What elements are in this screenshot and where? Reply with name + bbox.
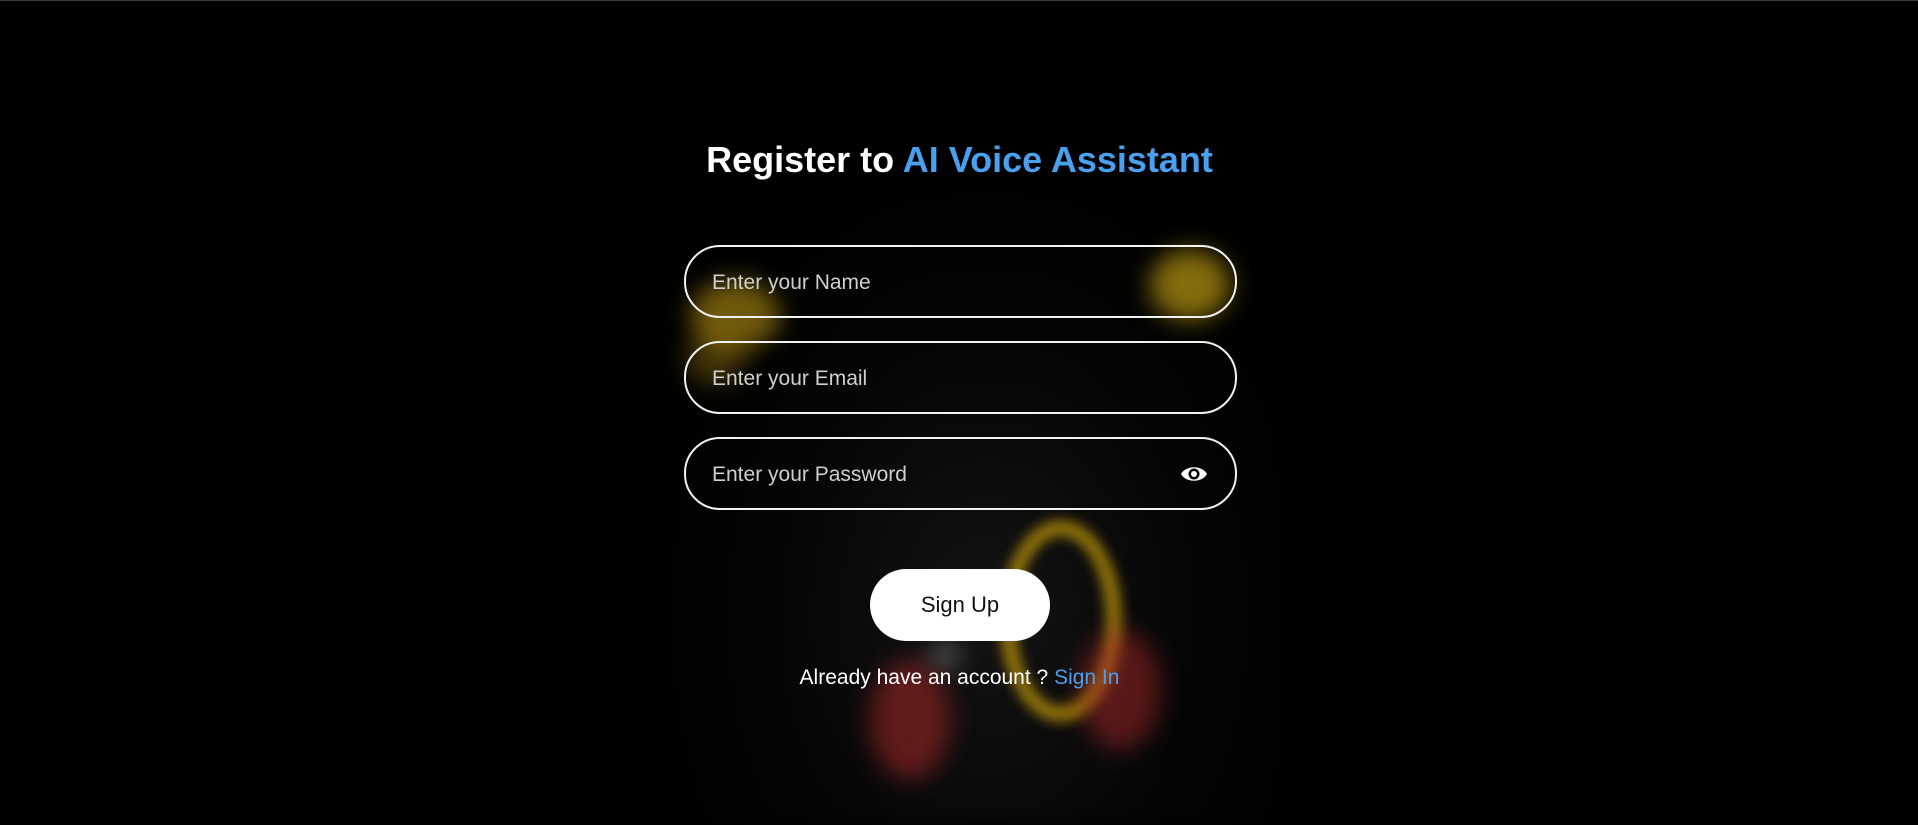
sign-in-prompt: Already have an account ? Sign In — [684, 666, 1235, 690]
name-input[interactable] — [710, 247, 1184, 318]
sign-up-button[interactable]: Sign Up — [870, 569, 1050, 641]
name-field — [684, 245, 1237, 318]
sign-in-link[interactable]: Sign In — [1054, 666, 1119, 689]
sign-in-prompt-text: Already have an account ? — [799, 666, 1049, 689]
top-border — [0, 0, 1918, 1]
password-input[interactable] — [710, 439, 1184, 510]
background-red-right — [1080, 630, 1160, 750]
eye-icon[interactable] — [1179, 461, 1209, 487]
title-accent: AI Voice Assistant — [902, 139, 1213, 180]
email-input[interactable] — [710, 343, 1184, 414]
title-prefix: Register to — [706, 139, 895, 180]
email-field — [684, 341, 1237, 414]
page-title: Register to AI Voice Assistant — [684, 130, 1235, 190]
password-field — [684, 437, 1237, 510]
